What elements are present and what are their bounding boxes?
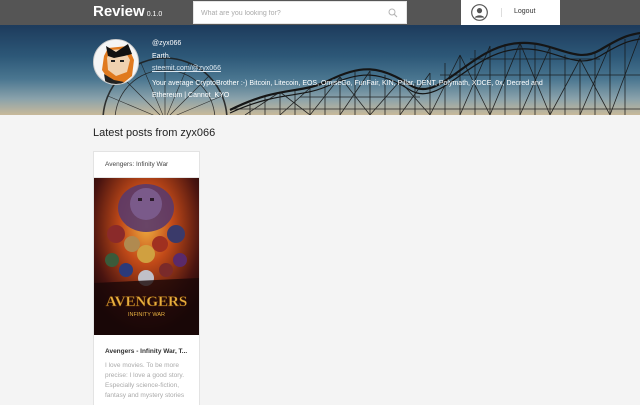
profile-bio: Your average CryptoBrother :-) Bitcoin, … — [152, 80, 543, 99]
divider — [501, 8, 502, 17]
post-card[interactable]: Avengers: Infinity War AVENGERS INFINITY… — [93, 151, 200, 405]
poster-title-text: AVENGERS — [106, 294, 187, 310]
avatar-image — [94, 40, 138, 84]
profile-external-link[interactable]: steemit.com/@zyx066 — [152, 65, 221, 72]
post-card-header: Avengers: Infinity War — [94, 152, 199, 178]
search-input[interactable] — [201, 6, 381, 20]
poster-subtitle-text: INFINITY WAR — [128, 312, 165, 318]
post-poster-image[interactable]: AVENGERS INFINITY WAR — [94, 178, 199, 335]
movie-poster: AVENGERS INFINITY WAR — [94, 178, 199, 335]
profile-banner: @zyx066 Earth. steemit.com/@zyx066 Your … — [0, 25, 640, 115]
user-menu: Logout — [461, 0, 560, 25]
user-avatar-icon[interactable] — [471, 4, 488, 21]
logout-button[interactable]: Logout — [514, 8, 535, 15]
profile-location: Earth. — [152, 53, 171, 60]
post-category[interactable]: Avengers: Infinity War — [105, 161, 168, 168]
top-nav-bar: Review0.1.0 Logout — [0, 0, 640, 25]
posts-section-title: Latest posts from zyx066 — [93, 127, 216, 139]
profile-avatar — [93, 39, 139, 85]
profile-username: @zyx066 — [152, 40, 182, 47]
app-name: Review — [93, 3, 145, 20]
search-icon[interactable] — [388, 8, 398, 18]
post-excerpt: I love movies. To be more precise: I lov… — [105, 362, 185, 399]
app-version: 0.1.0 — [146, 11, 163, 18]
search-box — [193, 1, 407, 24]
app-logo[interactable]: Review 0.1.0 — [93, 3, 162, 20]
post-title[interactable]: Avengers - Infinity War, T... — [105, 348, 193, 355]
